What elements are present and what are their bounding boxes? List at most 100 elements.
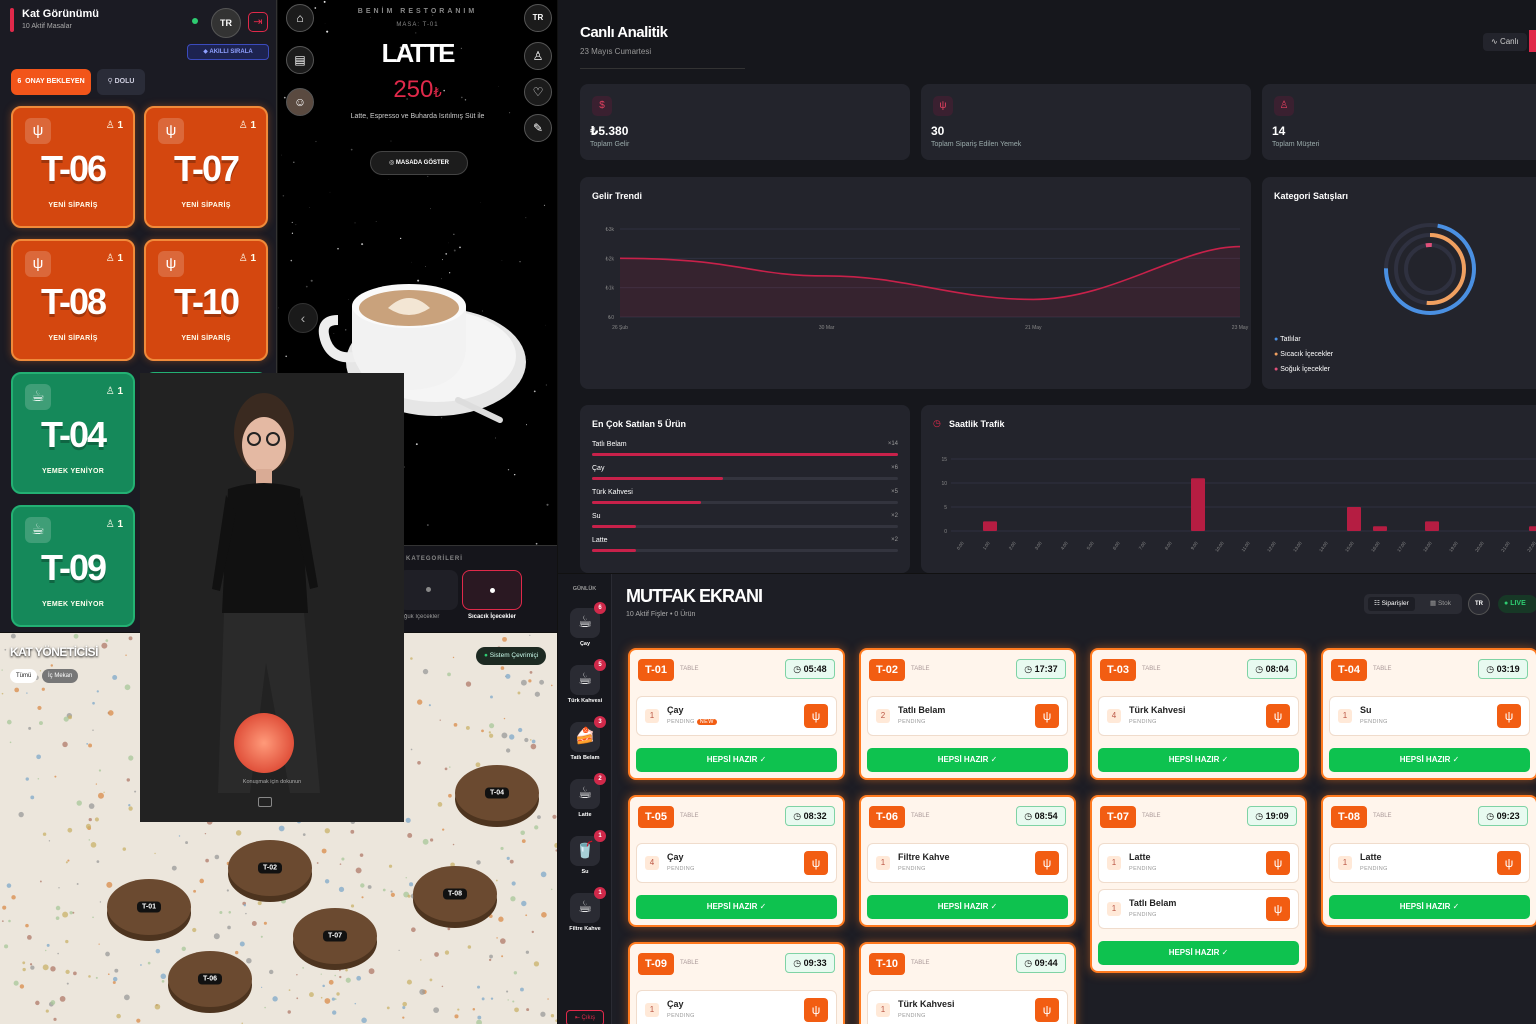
- kpi-customers: ♙ 14 Toplam Müşteri: [1262, 84, 1536, 160]
- cook-button[interactable]: ψ: [1035, 704, 1059, 728]
- table-status: YEMEK YENİYOR: [41, 601, 105, 608]
- exit-button[interactable]: ⇤ Çıkış: [566, 1010, 604, 1024]
- cook-button[interactable]: ψ: [1035, 998, 1059, 1022]
- table-card[interactable]: ψ ♙ 1 T-07 YENİ SİPARİŞ: [144, 106, 268, 228]
- all-ready-label: HEPSİ HAZIR: [1168, 755, 1220, 764]
- order-ticket: T-04 TABLE ◷ 03:19 1 Su PENDING ψ HEPSİ …: [1321, 648, 1536, 780]
- floor-title: Kat Görünümü: [22, 8, 99, 20]
- all-ready-button[interactable]: HEPSİ HAZIR ✓: [636, 895, 837, 919]
- top-products-card: En Çok Satılan 5 Ürün Tatlı Belam ×14 Ça…: [580, 405, 910, 573]
- tab-indoor[interactable]: İç Mekan: [42, 669, 79, 683]
- item-qty: 1: [1107, 902, 1121, 916]
- cook-button[interactable]: ψ: [1497, 851, 1521, 875]
- pending-label: PENDING: [1129, 912, 1157, 918]
- tab-orders[interactable]: ☷ Siparişler: [1368, 597, 1415, 611]
- coffee-icon: ☕: [25, 384, 51, 410]
- cook-button[interactable]: ψ: [804, 851, 828, 875]
- floor-table[interactable]: T-07: [293, 908, 377, 964]
- rail-item[interactable]: ☕ 6 Çay: [566, 602, 606, 647]
- item-description: Latte, Espresso ve Buharda Isıtılmış Süt…: [350, 113, 485, 120]
- filter-label: ONAY BEKLEYEN: [25, 78, 85, 85]
- floor-table[interactable]: T-04: [455, 765, 539, 821]
- show-at-table-button[interactable]: ◎ MASADA GÖSTER: [370, 151, 468, 175]
- smart-sort-button[interactable]: ◆ AKILLI SIRALA: [187, 44, 269, 60]
- ticket-table: T-02: [869, 659, 905, 681]
- floor-table[interactable]: T-06: [168, 951, 252, 1007]
- all-ready-button[interactable]: HEPSİ HAZIR ✓: [867, 748, 1068, 772]
- product-name: Tatlı Belam: [592, 441, 627, 448]
- table-card[interactable]: ☕ ♙ 1 T-04 YEMEK YENİYOR: [11, 372, 135, 494]
- item-status: PENDING: [1129, 719, 1157, 725]
- all-ready-button[interactable]: HEPSİ HAZIR ✓: [1098, 748, 1299, 772]
- floor-table[interactable]: T-08: [413, 866, 497, 922]
- cook-button[interactable]: ψ: [1035, 851, 1059, 875]
- tab-stock[interactable]: ▦ Stok: [1426, 597, 1455, 611]
- table-status: YEMEK YENİYOR: [41, 468, 105, 475]
- guest-count-value: 1: [250, 253, 256, 264]
- category-hot-drinks[interactable]: [462, 570, 522, 610]
- item-name: Filtre Kahve: [898, 852, 950, 862]
- x-tick-label: 13:00: [1292, 540, 1303, 552]
- filter-label: DOLU: [114, 78, 135, 85]
- table-card[interactable]: ψ ♙ 1 T-10 YENİ SİPARİŞ: [144, 239, 268, 361]
- product-count: ×14: [887, 441, 898, 447]
- all-ready-button[interactable]: HEPSİ HAZIR ✓: [1329, 895, 1530, 919]
- x-tick-label: 3:00: [1034, 540, 1043, 550]
- all-ready-button[interactable]: HEPSİ HAZIR ✓: [867, 895, 1068, 919]
- legend-dot: ●: [1274, 336, 1279, 343]
- cook-button[interactable]: ψ: [1266, 897, 1290, 921]
- rail-item[interactable]: 🥤 1 Su: [566, 830, 606, 875]
- language-button[interactable]: TR: [1468, 593, 1490, 615]
- table-card[interactable]: ☕ ♙ 1 T-09 YEMEK YENİYOR: [11, 505, 135, 627]
- rail-item[interactable]: ☕ 5 Türk Kahvesi: [566, 659, 606, 704]
- x-tick-label: 17:00: [1396, 540, 1407, 552]
- live-badge: ● LIVE: [1498, 595, 1536, 613]
- x-tick-label: 14:00: [1318, 540, 1329, 552]
- kitchen-title: MUTFAK EKRANI: [626, 586, 763, 606]
- x-tick-label: 10:00: [1214, 540, 1225, 552]
- table-card[interactable]: ψ ♙ 1 T-06 YENİ SİPARİŞ: [11, 106, 135, 228]
- filter-pending-button[interactable]: 6 ONAY BEKLEYEN: [11, 69, 91, 95]
- all-ready-button[interactable]: HEPSİ HAZIR ✓: [1329, 748, 1530, 772]
- cook-button[interactable]: ψ: [804, 998, 828, 1022]
- all-ready-label: HEPSİ HAZIR: [1399, 755, 1451, 764]
- logout-icon[interactable]: ⇥: [248, 12, 268, 32]
- rail-count-badge: 5: [594, 659, 606, 671]
- all-ready-button[interactable]: HEPSİ HAZIR ✓: [1098, 941, 1299, 965]
- x-tick-label: 7:00: [1138, 540, 1147, 550]
- ticket-table: T-08: [1331, 806, 1367, 828]
- language-button[interactable]: TR: [211, 8, 241, 38]
- rail-item[interactable]: ☕ 2 Latte: [566, 773, 606, 818]
- cutlery-icon: ψ: [158, 251, 184, 277]
- ticket-table: T-07: [1100, 806, 1136, 828]
- y-tick-label: 10: [941, 481, 947, 487]
- table-card[interactable]: ψ ♙ 1 T-08 YENİ SİPARİŞ: [11, 239, 135, 361]
- prev-arrow-icon[interactable]: ‹: [288, 303, 318, 333]
- rail-item[interactable]: ☕ 1 Filtre Kahve: [566, 887, 606, 932]
- live-button[interactable]: ∿ Canlı: [1483, 33, 1527, 51]
- filter-occupied-button[interactable]: ⚲ DOLU: [97, 69, 145, 95]
- cook-button[interactable]: ψ: [1266, 851, 1290, 875]
- restaurant-name: BENİM RESTORANIM: [357, 8, 478, 15]
- item-name: Çay: [667, 999, 684, 1009]
- guest-count: ♙ 1: [105, 120, 123, 131]
- rail-item[interactable]: 🍰 3 Tatlı Belam: [566, 716, 606, 761]
- cutlery-icon: ψ: [933, 96, 953, 116]
- product-count: ×2: [891, 513, 898, 519]
- cook-button[interactable]: ψ: [1266, 704, 1290, 728]
- floor-table[interactable]: T-01: [107, 879, 191, 935]
- rail-item-label: Filtre Kahve: [569, 926, 601, 932]
- category-cold-drinks[interactable]: [398, 570, 458, 610]
- ticket-timer: ◷ 03:19: [1478, 659, 1528, 679]
- category-sales-card: Kategori Satışları ● Tatlılar ● Sıcacık İ…: [1262, 177, 1536, 389]
- all-ready-button[interactable]: HEPSİ HAZIR ✓: [636, 748, 837, 772]
- table-name: T-09: [40, 547, 107, 588]
- legend-label: Tatlılar: [1280, 336, 1301, 343]
- item-status: PENDING: [898, 1013, 926, 1019]
- floor-table[interactable]: T-02: [228, 840, 312, 896]
- traffic-bar: [1373, 526, 1387, 531]
- keyboard-icon[interactable]: [258, 797, 272, 807]
- cook-button[interactable]: ψ: [804, 704, 828, 728]
- cook-button[interactable]: ψ: [1497, 704, 1521, 728]
- tab-all[interactable]: Tümü: [10, 669, 38, 683]
